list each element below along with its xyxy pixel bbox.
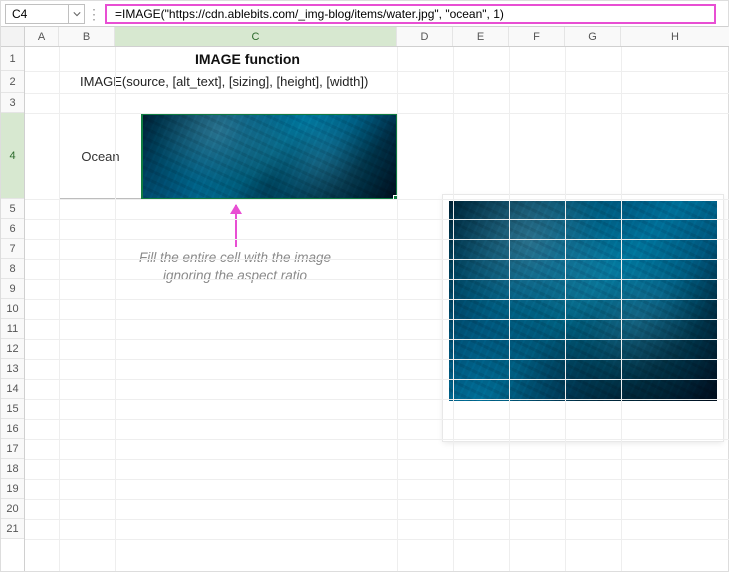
gridline [25,279,729,280]
column-header-f[interactable]: F [509,27,565,46]
formula-input-highlight [105,4,716,24]
gridline [25,419,729,420]
annotation-line2: ignoring the aspect ratio [163,268,307,283]
gridline [25,71,729,72]
row-header-14[interactable]: 14 [1,379,24,399]
row-header-10[interactable]: 10 [1,299,24,319]
ocean-image-stretched [142,114,396,198]
formula-separator: ⋮ [85,5,103,23]
annotation-arrow [235,205,237,247]
row-header-18[interactable]: 18 [1,459,24,479]
row-header-16[interactable]: 16 [1,419,24,439]
name-box[interactable] [5,4,69,24]
gridline [115,47,116,571]
cells-area[interactable]: IMAGE function IMAGE(source, [alt_text],… [25,47,729,571]
chevron-down-icon [73,10,81,18]
row-header-11[interactable]: 11 [1,319,24,339]
column-header-d[interactable]: D [397,27,453,46]
row-header-15[interactable]: 15 [1,399,24,419]
row-header-19[interactable]: 19 [1,479,24,499]
gridline [453,47,454,571]
gridline [25,339,729,340]
spreadsheet-grid: 123456789101112131415161718192021 ABCDEF… [1,27,728,571]
gridline [25,113,729,114]
column-header-c[interactable]: C [115,27,397,46]
column-header-a[interactable]: A [25,27,59,46]
gridline [25,539,729,540]
gridline [25,519,729,520]
column-header-h[interactable]: H [621,27,729,46]
gridline [25,319,729,320]
gridline [25,239,729,240]
row-header-17[interactable]: 17 [1,439,24,459]
ocean-image-original [449,201,717,401]
floating-image-frame[interactable] [443,195,723,441]
row-header-7[interactable]: 7 [1,239,24,259]
gridline [25,379,729,380]
row-header-20[interactable]: 20 [1,499,24,519]
select-all-corner[interactable] [1,27,24,47]
gridline [25,439,729,440]
gridline [25,199,729,200]
gridline [25,299,729,300]
column-headers: ABCDEFGH [25,27,729,47]
column-header-g[interactable]: G [565,27,621,46]
sheet-area: ABCDEFGH IMAGE function IMAGE(source, [a… [25,27,729,571]
gridline [509,47,510,571]
formula-bar: ⋮ [1,1,728,27]
row-header-4[interactable]: 4 [1,113,24,199]
row-header-1[interactable]: 1 [1,47,24,71]
name-box-dropdown[interactable] [69,4,85,24]
gridline [25,359,729,360]
label-cell-ocean: Ocean [60,114,142,198]
column-header-b[interactable]: B [59,27,115,46]
row-header-21[interactable]: 21 [1,519,24,539]
row-header-12[interactable]: 12 [1,339,24,359]
gridline [25,259,729,260]
gridline [397,47,398,571]
gridline [59,47,60,571]
gridline [25,399,729,400]
gridline [25,459,729,460]
annotation-line1: Fill the entire cell with the image [139,250,331,265]
page-title: IMAGE function [195,51,300,67]
gridline [25,499,729,500]
row-header-5[interactable]: 5 [1,199,24,219]
row-header-3[interactable]: 3 [1,93,24,113]
gridline [25,93,729,94]
column-header-e[interactable]: E [453,27,509,46]
formula-input[interactable] [113,6,708,22]
row-header-8[interactable]: 8 [1,259,24,279]
row-header-6[interactable]: 6 [1,219,24,239]
row-header-13[interactable]: 13 [1,359,24,379]
row-header-9[interactable]: 9 [1,279,24,299]
gridline [565,47,566,571]
gridline [621,47,622,571]
image-cell-c4[interactable] [142,114,396,198]
row-header-gutter: 123456789101112131415161718192021 [1,27,25,571]
function-syntax: IMAGE(source, [alt_text], [sizing], [hei… [80,74,368,89]
example-table: Ocean [59,113,397,199]
gridline [25,479,729,480]
gridline [25,219,729,220]
row-header-2[interactable]: 2 [1,71,24,93]
